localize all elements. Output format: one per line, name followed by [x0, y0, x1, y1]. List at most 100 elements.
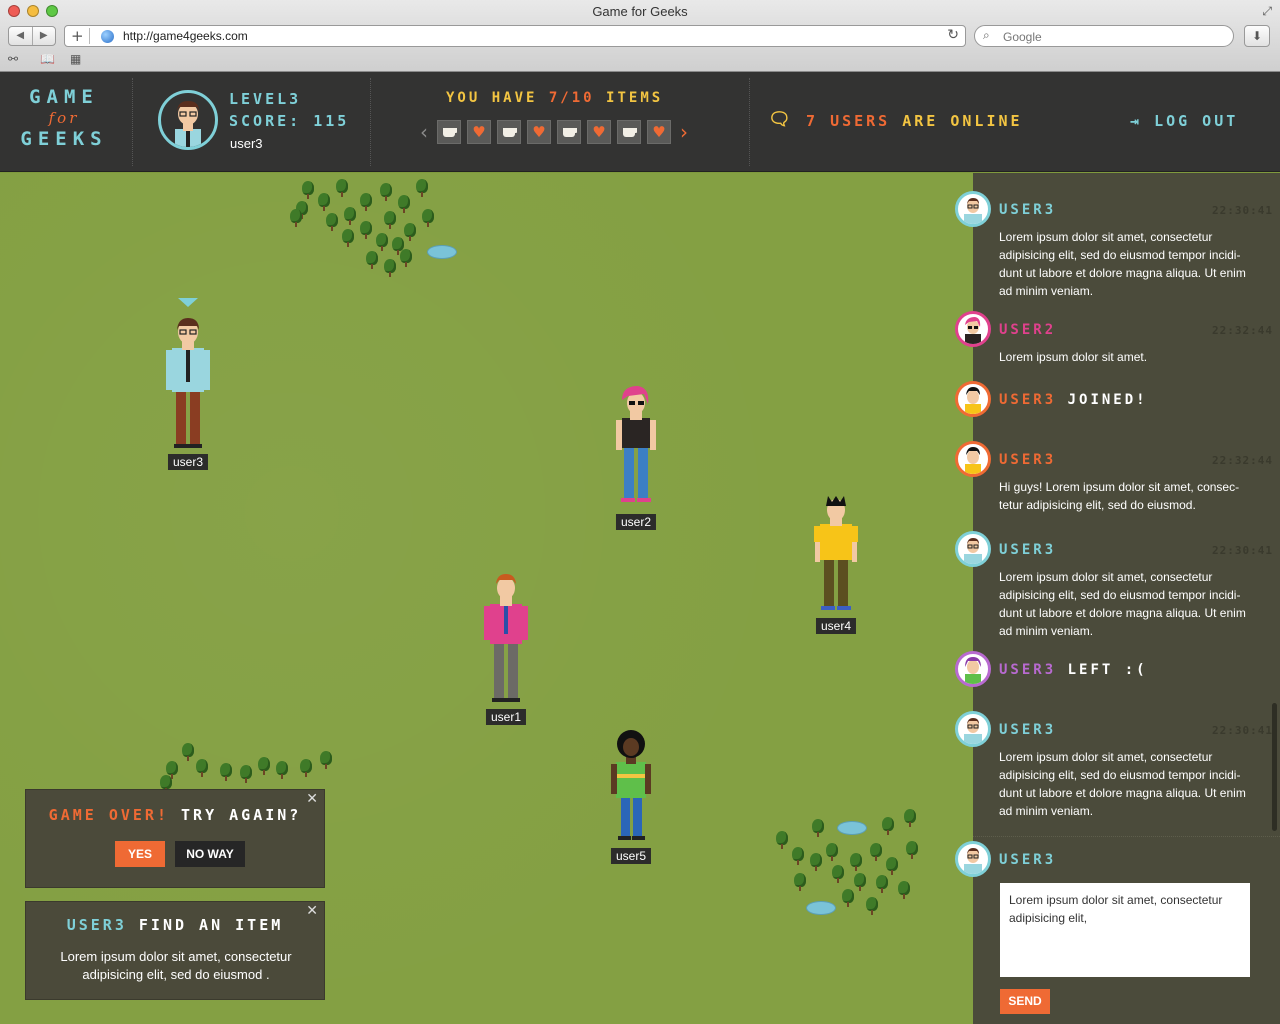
- score-label: SCORE: 115: [229, 112, 350, 130]
- avatar[interactable]: [955, 381, 991, 417]
- divider: [89, 28, 90, 44]
- tree: [850, 853, 862, 871]
- player-user1[interactable]: user1: [478, 574, 534, 726]
- pond: [806, 901, 836, 915]
- tree: [898, 881, 910, 899]
- carousel-next-icon[interactable]: ›: [674, 120, 694, 144]
- url-text[interactable]: http://game4geeks.com: [123, 29, 248, 43]
- heart-icon[interactable]: ♥: [467, 120, 491, 144]
- logout-button[interactable]: ⇥ LOG OUT: [1130, 112, 1238, 130]
- avatar[interactable]: [158, 90, 218, 150]
- items-count-title: YOU HAVE 7/10 ITEMS: [446, 90, 664, 106]
- yes-button[interactable]: YES: [115, 841, 165, 867]
- chat-timestamp: 22:32:44: [1212, 324, 1273, 337]
- player-name-label: user3: [167, 454, 209, 470]
- downloads-icon[interactable]: ⬇: [1244, 25, 1270, 47]
- chat-timestamp: 22:32:44: [1212, 454, 1273, 467]
- chat-bubble-icon: 🗨: [768, 109, 791, 130]
- heart-icon[interactable]: ♥: [527, 120, 551, 144]
- divider: [370, 78, 371, 166]
- top-sites-icon[interactable]: ▦: [70, 52, 81, 66]
- globe-icon: [101, 30, 114, 43]
- tree: [400, 249, 412, 267]
- online-users-status[interactable]: 🗨 7 USERS ARE ONLINE: [768, 109, 1023, 130]
- coffee-cup-icon[interactable]: [497, 120, 521, 144]
- coffee-cup-icon[interactable]: [557, 120, 581, 144]
- search-icon: ⌕: [983, 28, 990, 42]
- divider: [749, 78, 750, 166]
- tree: [792, 847, 804, 865]
- divider: [973, 836, 1280, 837]
- search-placeholder: Google: [1003, 30, 1042, 44]
- level-label: LEVEL3: [229, 90, 302, 108]
- coffee-cup-icon[interactable]: [617, 120, 641, 144]
- carousel-prev-icon[interactable]: ‹: [414, 120, 434, 144]
- player-user4[interactable]: user4: [808, 496, 864, 636]
- add-bookmark-icon[interactable]: +: [71, 27, 84, 45]
- tree: [318, 193, 330, 211]
- tree: [854, 873, 866, 891]
- no-way-button[interactable]: NO WAY: [175, 841, 245, 867]
- logout-icon: ⇥: [1130, 112, 1143, 130]
- tree: [326, 213, 338, 231]
- close-icon[interactable]: ✕: [306, 791, 318, 807]
- chat-username: USER3: [999, 722, 1057, 738]
- chat-message-input[interactable]: Lorem ipsum dolor sit amet, consectetur …: [1000, 883, 1250, 977]
- tree: [380, 183, 392, 201]
- address-bar[interactable]: + http://game4geeks.com ↻: [64, 25, 966, 47]
- player-user3[interactable]: user3: [160, 318, 216, 470]
- avatar[interactable]: [955, 841, 991, 877]
- tree: [342, 229, 354, 247]
- heart-icon[interactable]: ♥: [587, 120, 611, 144]
- tree: [398, 195, 410, 213]
- chat-timestamp: 22:30:41: [1212, 724, 1273, 737]
- player-user2[interactable]: user2: [608, 386, 664, 532]
- tree: [866, 897, 878, 915]
- player-user5[interactable]: user5: [603, 728, 659, 866]
- tree: [810, 853, 822, 871]
- search-field[interactable]: ⌕ Google: [974, 25, 1234, 47]
- reading-list-icon[interactable]: ⚯: [8, 52, 18, 66]
- bookmarks-icon[interactable]: 📖: [40, 52, 55, 66]
- tree: [870, 843, 882, 861]
- tree: [832, 865, 844, 883]
- divider: [132, 78, 133, 166]
- tree: [300, 759, 312, 777]
- chat-timestamp: 22:30:41: [1212, 204, 1273, 217]
- send-button[interactable]: SEND: [1000, 989, 1050, 1014]
- tree: [344, 207, 356, 225]
- tree: [794, 873, 806, 891]
- game-header: GAME for GEEKS LEVEL3 SCORE: 115 user3 Y…: [0, 72, 1280, 172]
- avatar[interactable]: [955, 191, 991, 227]
- player-name-label: user5: [610, 848, 652, 864]
- pond: [837, 821, 867, 835]
- tree: [196, 759, 208, 777]
- tree: [240, 765, 252, 783]
- back-icon[interactable]: ◀: [9, 27, 33, 45]
- tree: [404, 223, 416, 241]
- browser-chrome: Game for Geeks ⤢ ◀ ▶ + http://game4geeks…: [0, 0, 1280, 72]
- avatar[interactable]: [955, 711, 991, 747]
- tree: [904, 809, 916, 827]
- coffee-cup-icon[interactable]: [437, 120, 461, 144]
- forward-icon[interactable]: ▶: [33, 27, 56, 45]
- game-over-dialog: ✕ GAME OVER! TRY AGAIN? YES NO WAY: [25, 789, 325, 888]
- chat-username: USER3 JOINED!: [999, 392, 1148, 408]
- tree: [182, 743, 194, 761]
- avatar[interactable]: [955, 311, 991, 347]
- tree: [886, 857, 898, 875]
- chat-text: Lorem ipsum dolor sit amet, consectetur …: [999, 570, 1246, 638]
- chat-text: Hi guys! Lorem ipsum dolor sit amet, con…: [999, 480, 1240, 512]
- heart-icon[interactable]: ♥: [647, 120, 671, 144]
- avatar[interactable]: [955, 531, 991, 567]
- reload-icon[interactable]: ↻: [947, 27, 959, 43]
- tree: [384, 259, 396, 277]
- fullscreen-icon[interactable]: ⤢: [1262, 4, 1272, 19]
- avatar[interactable]: [955, 441, 991, 477]
- player-name-label: user4: [815, 618, 857, 634]
- tree: [376, 233, 388, 251]
- tree: [776, 831, 788, 849]
- avatar[interactable]: [955, 651, 991, 687]
- logo[interactable]: GAME for GEEKS: [18, 86, 110, 150]
- tree: [882, 817, 894, 835]
